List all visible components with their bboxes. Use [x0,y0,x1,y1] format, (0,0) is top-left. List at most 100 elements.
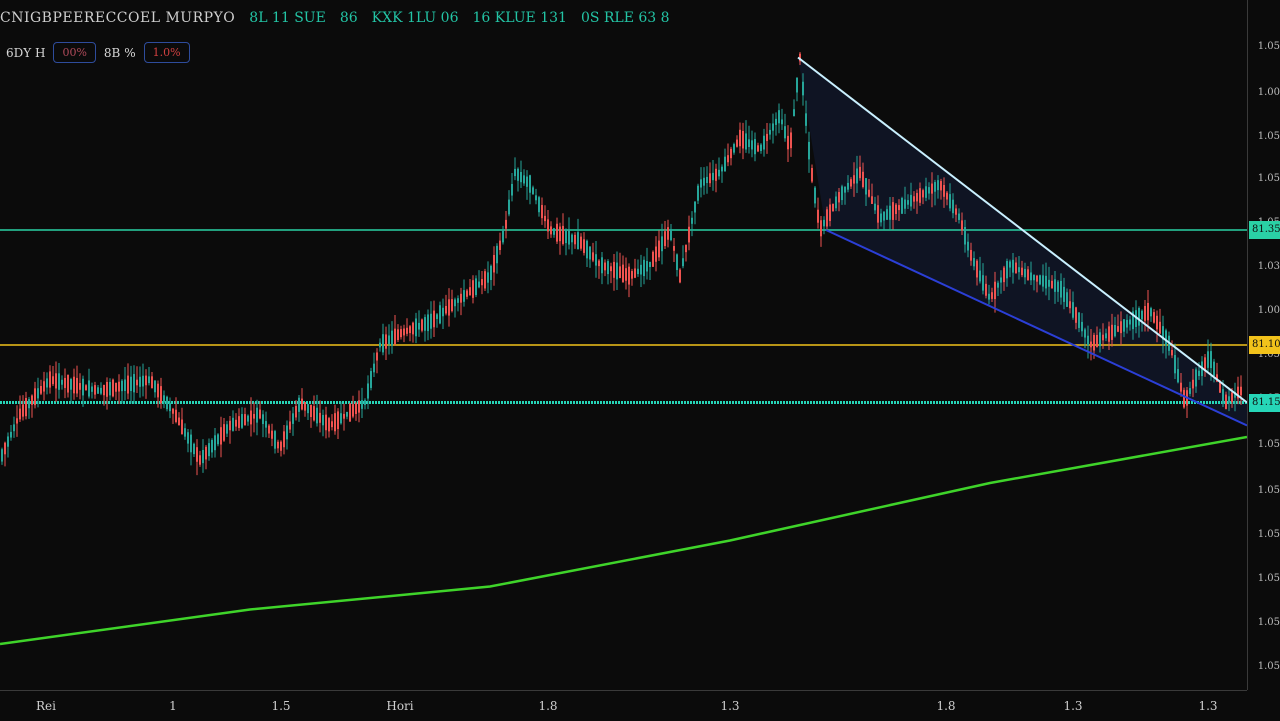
candle-body [796,77,798,93]
candle-body [1078,312,1080,328]
candle-body [517,168,519,181]
y-tick-label: 1.05 [1257,529,1280,540]
candle-body [337,411,339,430]
candle-body [355,402,357,414]
candle-body [397,329,399,340]
candle-body [49,371,51,388]
candle-body [130,376,132,392]
x-tick-label: Rei [36,699,56,713]
candle-body [652,251,654,267]
candle-body [763,135,765,150]
candle-body [256,407,258,423]
percent-badge[interactable]: 1.0% [143,42,190,63]
candle-body [493,255,495,273]
candle-body [52,376,54,385]
candle-body [499,240,501,251]
candle-body [436,314,438,319]
candle-body [694,201,696,213]
candle-body [730,148,732,159]
candle-body [559,226,561,242]
candle-body [757,145,759,152]
candle-body [592,252,594,261]
candle-body [295,405,297,418]
candle-body [100,387,102,394]
candle-body [736,139,738,147]
candle-body [808,141,810,160]
candle-body [487,272,489,283]
candle-body [307,404,309,414]
candle-body [352,404,354,417]
candle-body [841,186,843,201]
candle-body [775,118,777,125]
price-chart[interactable] [0,0,1247,690]
chart-area[interactable] [0,0,1280,720]
candle-body [526,176,528,187]
candle-body [919,188,921,203]
time-axis[interactable]: Rei 1 1.5 Hori 1.8 1.3 1.8 1.3 1.3 [0,690,1247,721]
candle-body [136,379,138,386]
change-badge[interactable]: 00% [53,42,96,63]
candle-body [628,266,630,285]
candle-body [484,271,486,289]
candle-body [121,380,123,392]
candle-body [1171,349,1173,356]
candle-body [742,130,744,149]
candle-body [1084,329,1086,338]
candle-body [502,229,504,243]
candle-body [622,264,624,283]
candle-body [1048,279,1050,287]
candle-body [577,232,579,250]
candle-body [970,249,972,261]
candle-body [151,376,153,389]
candle-body [157,383,159,398]
candle-body [283,431,285,448]
candle-body [1120,321,1122,334]
candle-body [358,400,360,413]
candle-body [580,236,582,249]
x-tick-label: 1 [169,699,177,713]
candle-body [349,403,351,422]
candle-body [280,441,282,451]
candle-body [34,388,36,406]
candle-body [1123,319,1125,332]
candle-body [1057,281,1059,292]
candle-body [604,262,606,271]
candle-body [544,215,546,222]
candle-body [421,319,423,331]
candle-body [964,226,966,245]
candle-body [1159,321,1161,334]
candle-body [1087,335,1089,346]
candle-body [145,375,147,386]
candle-body [1141,310,1143,320]
candle-body [550,226,552,235]
candle-body [985,283,987,296]
candle-body [1108,326,1110,342]
candle-body [1156,315,1158,330]
candle-body [55,373,57,389]
candle-body [823,219,825,227]
candle-body [412,322,414,335]
candle-body [139,376,141,387]
candle-body [1228,396,1230,403]
candle-body [238,416,240,428]
candle-body [46,378,48,388]
candle-body [586,240,588,259]
candle-body [1150,308,1152,317]
candle-body [772,123,774,131]
candle-body [1189,388,1191,394]
candle-body [868,189,870,197]
candle-body [727,155,729,163]
candle-body [583,239,585,253]
candle-body [1033,274,1035,281]
candle-body [967,241,969,251]
candle-body [748,139,750,148]
candle-body [760,144,762,151]
candle-body [1180,382,1182,392]
candle-body [697,185,699,201]
candle-body [109,381,111,396]
candle-body [1060,280,1062,298]
candle-body [553,228,555,235]
candle-body [718,169,720,177]
candle-body [988,293,990,300]
candle-body [271,430,273,439]
